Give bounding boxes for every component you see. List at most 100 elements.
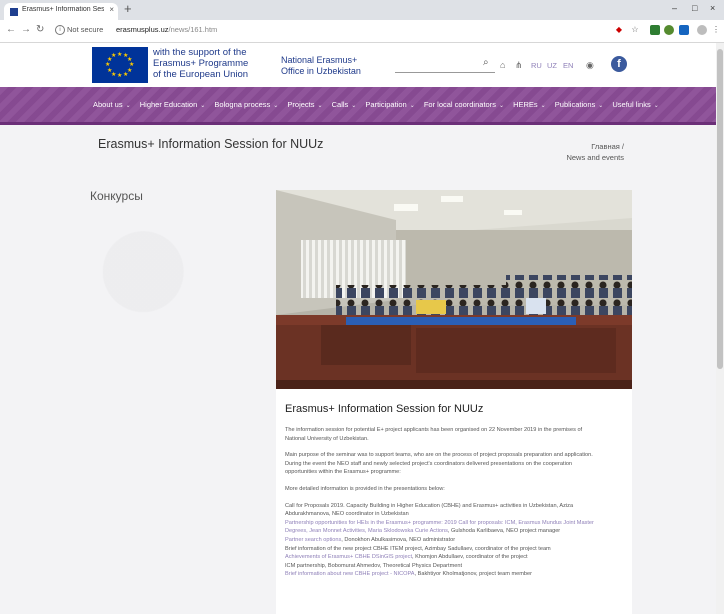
article: Erasmus+ Information Session for NUUz Th… xyxy=(276,190,632,614)
article-more-info: More detailed information is provided in… xyxy=(285,485,445,492)
presentation-list-item: ICM partnership, Bobomurat Ahmedov, Theo… xyxy=(285,562,619,571)
nav-item-about[interactable]: About us ⌄ xyxy=(93,100,131,109)
presentation-author: , Gulshoda Karlibaeva, NEO project manag… xyxy=(447,528,561,535)
nav-item-calls[interactable]: Calls ⌄ xyxy=(332,100,357,109)
article-intro: The information session for potential E+… xyxy=(285,426,619,443)
breadcrumb-home[interactable]: Главная / xyxy=(566,141,624,152)
presentation-list-item[interactable]: Achievements of Erasmus+ CBHE DSinGIS pr… xyxy=(285,553,619,562)
nav-label: Participation xyxy=(365,100,407,109)
nav-item-useful-links[interactable]: Useful links ⌄ xyxy=(612,100,658,109)
presentation-list-item: Brief information of the new project CBH… xyxy=(285,545,619,554)
nav-item-projects[interactable]: Projects ⌄ xyxy=(287,100,322,109)
presentation-list-item[interactable]: Brief information about new CBHE project… xyxy=(285,570,619,579)
menu-icon[interactable]: ⋮ xyxy=(712,25,720,35)
info-icon[interactable]: i xyxy=(55,25,65,35)
scrollbar[interactable] xyxy=(716,43,724,614)
maximize-button[interactable]: □ xyxy=(692,3,697,13)
chevron-down-icon: ⌄ xyxy=(540,103,546,109)
nav-label: About us xyxy=(93,100,123,109)
address-bar: ← → ↻ i Not secure erasmusplus.uz/news/1… xyxy=(0,20,724,43)
eu-flag-logo[interactable]: ★ ★ ★ ★ ★ ★ ★ ★ ★ ★ ★ ★ xyxy=(92,47,148,83)
presentation-link[interactable]: Degrees, Jean Monnet Activities, Maria S… xyxy=(285,528,448,534)
presentation-link[interactable]: Partner search options xyxy=(285,537,341,543)
nav-label: For local coordinators xyxy=(423,100,496,109)
translate-icon[interactable]: ◆ xyxy=(614,25,624,35)
presentation-text: Brief information of the new project CBH… xyxy=(285,545,551,552)
extension-icon-3[interactable] xyxy=(679,25,689,35)
nav-item-participation[interactable]: Participation ⌄ xyxy=(365,100,414,109)
favicon-icon xyxy=(10,8,18,16)
minimize-button[interactable]: – xyxy=(672,3,677,13)
site-header: ★ ★ ★ ★ ★ ★ ★ ★ ★ ★ ★ ★ with the support… xyxy=(0,43,716,87)
presentation-author: , Khomjon Abdullaev, coordinator of the … xyxy=(412,554,528,561)
chevron-down-icon: ⌄ xyxy=(351,103,357,109)
presentation-list: Call for Proposals 2019. Capacity Buildi… xyxy=(285,502,619,579)
chevron-down-icon: ⌄ xyxy=(498,103,504,109)
nav-label: Projects xyxy=(287,100,315,109)
presentation-list-item: Abdurakhmanova, NEO coordinator in Uzbek… xyxy=(285,510,619,519)
forward-icon[interactable]: → xyxy=(21,24,31,35)
presentation-link[interactable]: Brief information about new CBHE project… xyxy=(285,571,415,577)
presentation-list-item[interactable]: Partner search options, Donokhon Abulkas… xyxy=(285,536,619,545)
url-path: /news/161.htm xyxy=(168,25,218,34)
new-tab-button[interactable]: + xyxy=(124,2,132,16)
close-window-button[interactable]: × xyxy=(710,3,715,13)
office-line-2: Office in Uzbekistan xyxy=(281,65,361,76)
presentation-list-item[interactable]: Partnership opportunities for HEIs in th… xyxy=(285,519,619,528)
reload-icon[interactable]: ↻ xyxy=(36,24,44,35)
nav-item-heres[interactable]: HEREs ⌄ xyxy=(513,100,546,109)
sidebar-title: Конкурсы xyxy=(90,189,143,203)
home-icon[interactable]: ⌂ xyxy=(500,60,505,70)
office-line-1: National Erasmus+ xyxy=(281,55,358,65)
purpose-line: During the event the NEO staff and newly… xyxy=(285,460,573,467)
lang-uz[interactable]: UZ xyxy=(547,61,557,70)
presentation-author: , Donokhon Abulkasimova, NEO administrat… xyxy=(341,536,456,543)
nav-item-publications[interactable]: Publications ⌄ xyxy=(555,100,603,109)
search-icon[interactable]: ⌕ xyxy=(483,57,489,68)
presentation-link[interactable]: Achievements of Erasmus+ CBHE DSinGIS pr… xyxy=(285,554,412,560)
eye-icon[interactable]: ◉ xyxy=(586,60,594,71)
extension-icon-2[interactable] xyxy=(664,25,674,35)
article-body: The information session for potential E+… xyxy=(285,426,619,579)
eu-line-1: with the support of the xyxy=(153,47,247,58)
nav-label: Higher Education xyxy=(139,100,198,109)
nav-item-higher-education[interactable]: Higher Education ⌄ xyxy=(140,100,206,109)
breadcrumb: Главная / News and events xyxy=(566,141,624,163)
breadcrumb-current[interactable]: News and events xyxy=(566,152,624,163)
browser-tab-bar: Erasmus+ Information Session fo × + – □ … xyxy=(0,0,724,20)
presentation-list-item[interactable]: Degrees, Jean Monnet Activities, Maria S… xyxy=(285,527,619,536)
presentation-link[interactable]: Partnership opportunities for HEIs in th… xyxy=(285,520,594,526)
eu-line-3: of the European Union xyxy=(153,69,249,80)
extension-icon[interactable] xyxy=(650,25,660,35)
browser-tab[interactable]: Erasmus+ Information Session fo × xyxy=(4,3,118,20)
chevron-down-icon: ⌄ xyxy=(200,103,206,109)
main-nav: About us ⌄ Higher Education ⌄ Bologna proc… xyxy=(0,87,716,122)
presentation-text: ICM partnership, Bobomurat Ahmedov, Theo… xyxy=(285,562,463,569)
nav-label: HEREs xyxy=(513,100,538,109)
tab-close-icon[interactable]: × xyxy=(109,5,114,14)
web-page: ★ ★ ★ ★ ★ ★ ★ ★ ★ ★ ★ ★ with the support… xyxy=(0,43,716,614)
lang-ru[interactable]: RU xyxy=(531,61,542,70)
search-input[interactable] xyxy=(395,72,495,73)
lang-en[interactable]: EN xyxy=(563,61,573,70)
presentation-author: , Bakhtiyor Kholmatjonov, project team m… xyxy=(414,571,532,578)
chevron-down-icon: ⌄ xyxy=(125,103,131,109)
facebook-icon[interactable]: f xyxy=(611,56,627,72)
nav-item-local-coordinators[interactable]: For local coordinators ⌄ xyxy=(424,100,504,109)
star-icon[interactable]: ☆ xyxy=(630,25,640,35)
presentation-list-item: Call for Proposals 2019. Capacity Buildi… xyxy=(285,502,619,511)
intro-line: The information session for potential E+… xyxy=(285,427,583,433)
presentation-text: Call for Proposals 2019. Capacity Buildi… xyxy=(285,502,574,509)
scrollbar-thumb[interactable] xyxy=(717,49,723,369)
chevron-down-icon: ⌄ xyxy=(409,103,415,109)
article-title: Erasmus+ Information Session for NUUz xyxy=(285,403,484,415)
sitemap-icon[interactable]: ⋔ xyxy=(515,60,523,71)
profile-avatar[interactable] xyxy=(697,25,707,35)
chevron-down-icon: ⌄ xyxy=(317,103,323,109)
nav-label: Useful links xyxy=(612,100,651,109)
url-field[interactable]: i Not secure erasmusplus.uz/news/161.htm xyxy=(50,23,605,38)
nav-list: About us ⌄ Higher Education ⌄ Bologna proc… xyxy=(93,100,666,109)
nav-item-bologna[interactable]: Bologna process ⌄ xyxy=(214,100,278,109)
chevron-down-icon: ⌄ xyxy=(273,103,279,109)
back-icon[interactable]: ← xyxy=(6,24,16,35)
